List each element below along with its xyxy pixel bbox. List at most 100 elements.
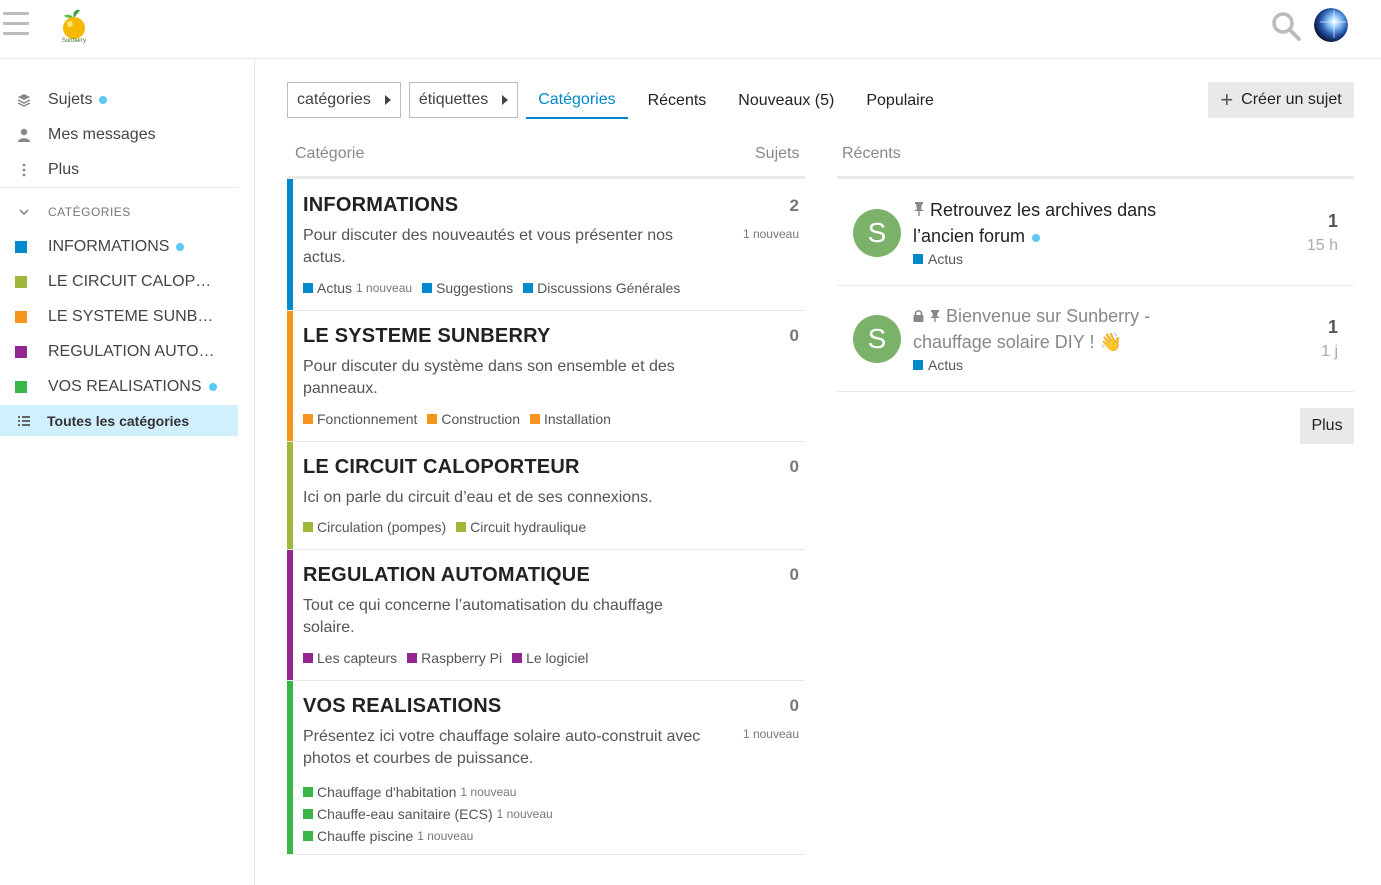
sidebar-item-category[interactable]: INFORMATIONS xyxy=(0,229,238,264)
unread-dot xyxy=(208,382,217,391)
sidebar-item-label: LE SYSTEME SUNBERRY xyxy=(48,307,218,325)
category-row[interactable]: INFORMATIONS Pour discuter des nouveauté… xyxy=(287,179,805,311)
category-row[interactable]: LE CIRCUIT CALOPORTEUR Ici on parle du c… xyxy=(287,442,805,550)
subcategory-link[interactable]: Actus 1 nouveau xyxy=(303,280,412,296)
unread-dot xyxy=(176,242,185,251)
topic-title[interactable]: Bienvenue sur Sunberry - chauffage solai… xyxy=(913,303,1193,355)
more-vertical-icon xyxy=(0,163,48,177)
sidebar: Sujets Mes messages Plus CATÉGORIES INFO… xyxy=(0,59,255,885)
subcategory-list: Chauffage d'habitation 1 nouveau Chauffe-… xyxy=(303,781,563,847)
tab-new[interactable]: Nouveaux (5) xyxy=(726,82,846,119)
column-header-category: Catégorie xyxy=(295,145,365,162)
reply-count[interactable]: 1 xyxy=(1328,317,1338,338)
categories-dropdown[interactable]: catégories xyxy=(287,82,401,118)
subcategory-link[interactable]: Raspberry Pi xyxy=(407,650,502,666)
category-description: Ici on parle du circuit d’eau et de ses … xyxy=(303,489,653,506)
more-topics-button[interactable]: Plus xyxy=(1300,408,1354,444)
new-count[interactable]: 1 nouveau xyxy=(743,727,799,741)
category-name[interactable]: VOS REALISATIONS xyxy=(303,695,501,718)
subcategory-list: Circulation (pompes) Circuit hydraulique xyxy=(303,519,596,535)
category-row[interactable]: VOS REALISATIONS Présentez ici votre cha… xyxy=(287,681,805,855)
search-icon[interactable] xyxy=(1270,10,1302,42)
chevron-down-icon xyxy=(0,208,48,216)
pin-icon xyxy=(930,310,941,322)
user-avatar[interactable] xyxy=(1314,8,1348,42)
unread-dot xyxy=(99,95,108,104)
sidebar-item-label: Toutes les catégories xyxy=(47,412,190,429)
category-description: Tout ce qui concerne l’automatisation du… xyxy=(303,597,663,636)
plus-icon: + xyxy=(1220,87,1234,112)
dropdown-label: étiquettes xyxy=(418,91,489,108)
create-topic-button[interactable]: + Créer un sujet xyxy=(1208,82,1354,118)
pin-icon xyxy=(914,202,924,216)
category-color-bar xyxy=(287,681,293,854)
tab-top[interactable]: Populaire xyxy=(854,82,946,119)
subcategory-link[interactable]: Fonctionnement xyxy=(303,411,417,427)
sidebar-item-label: Plus xyxy=(48,160,80,178)
subcategory-link[interactable]: Installation xyxy=(530,411,611,427)
subcategory-link[interactable]: Circuit hydraulique xyxy=(456,519,586,535)
sidebar-item-all-categories[interactable]: Toutes les catégories xyxy=(0,405,238,436)
category-color-square xyxy=(15,275,27,288)
topic-author-avatar[interactable]: S xyxy=(853,315,901,363)
sidebar-divider xyxy=(0,187,238,188)
hamburger-menu-icon[interactable] xyxy=(3,12,29,38)
sidebar-item-category[interactable]: LE SYSTEME SUNBERRY xyxy=(0,299,238,334)
subcategory-link[interactable]: Le logiciel xyxy=(512,650,588,666)
subcategory-list: Les capteurs Raspberry Pi Le logiciel xyxy=(303,650,598,666)
subcategory-link[interactable]: Chauffe piscine 1 nouveau xyxy=(303,825,553,847)
layers-icon xyxy=(0,93,48,107)
topic-author-avatar[interactable]: S xyxy=(853,209,901,257)
category-name[interactable]: LE CIRCUIT CALOPORTEUR xyxy=(303,456,580,479)
sidebar-item-category[interactable]: LE CIRCUIT CALOPORTEUR xyxy=(0,264,238,299)
tab-latest[interactable]: Récents xyxy=(636,82,719,119)
category-name[interactable]: INFORMATIONS xyxy=(303,194,458,217)
sidebar-item-label: INFORMATIONS xyxy=(48,237,170,255)
topic-count: 0 xyxy=(789,326,799,345)
topic-row[interactable]: S Bienvenue sur Sunberry - chauffage sol… xyxy=(837,286,1354,392)
category-description: Présentez ici votre chauffage solaire au… xyxy=(303,728,701,767)
reply-count[interactable]: 1 xyxy=(1328,211,1338,232)
tab-categories[interactable]: Catégories xyxy=(526,82,628,119)
subcategory-link[interactable]: Suggestions xyxy=(422,280,513,296)
tags-dropdown[interactable]: étiquettes xyxy=(408,82,519,118)
caret-right-icon xyxy=(502,95,509,105)
new-count[interactable]: 1 nouveau xyxy=(743,227,799,241)
sidebar-section-categories[interactable]: CATÉGORIES xyxy=(0,202,131,222)
subcategory-link[interactable]: Chauffage d'habitation 1 nouveau xyxy=(303,781,553,803)
subcategory-link[interactable]: Circulation (pompes) xyxy=(303,519,446,535)
topic-age[interactable]: 15 h xyxy=(1307,237,1338,255)
topic-age[interactable]: 1 j xyxy=(1321,343,1338,361)
sidebar-item-label: VOS REALISATIONS xyxy=(48,377,202,395)
column-header-recent: Récents xyxy=(842,145,901,162)
subcategory-link[interactable]: Discussions Générales xyxy=(523,280,680,296)
dropdown-label: catégories xyxy=(297,91,371,108)
create-topic-label: Créer un sujet xyxy=(1241,91,1342,108)
sidebar-item-topics[interactable]: Sujets xyxy=(0,82,238,117)
caret-right-icon xyxy=(384,95,391,105)
list-icon xyxy=(0,415,48,426)
subcategory-link[interactable]: Les capteurs xyxy=(303,650,397,666)
category-color-bar xyxy=(287,311,293,441)
topic-row[interactable]: S Retrouvez les archives dans l’ancien f… xyxy=(837,179,1354,286)
topic-category-badge[interactable]: Actus xyxy=(913,357,963,373)
subcategory-link[interactable]: Construction xyxy=(427,411,520,427)
subcategory-link[interactable]: Chauffe-eau sanitaire (ECS) 1 nouveau xyxy=(303,803,553,825)
category-row[interactable]: LE SYSTEME SUNBERRY Pour discuter du sys… xyxy=(287,311,805,442)
topic-title[interactable]: Retrouvez les archives dans l’ancien for… xyxy=(913,197,1193,249)
category-color-bar xyxy=(287,442,293,549)
navigation-bar: catégories étiquettes Catégories Récents… xyxy=(287,82,946,119)
sidebar-item-category[interactable]: REGULATION AUTOMATIQUE xyxy=(0,334,238,369)
unread-dot xyxy=(1032,234,1041,242)
topic-count: 2 xyxy=(789,196,799,215)
topic-category-badge[interactable]: Actus xyxy=(913,251,963,267)
category-name[interactable]: REGULATION AUTOMATIQUE xyxy=(303,564,590,587)
sidebar-item-category[interactable]: VOS REALISATIONS xyxy=(0,369,238,404)
category-color-bar xyxy=(287,179,293,310)
sidebar-item-messages[interactable]: Mes messages xyxy=(0,117,238,152)
sidebar-item-label: Sujets xyxy=(48,90,93,108)
category-name[interactable]: LE SYSTEME SUNBERRY xyxy=(303,325,551,348)
sidebar-item-more[interactable]: Plus xyxy=(0,152,238,187)
category-color-bar xyxy=(287,550,293,680)
category-row[interactable]: REGULATION AUTOMATIQUE Tout ce qui conce… xyxy=(287,550,805,681)
